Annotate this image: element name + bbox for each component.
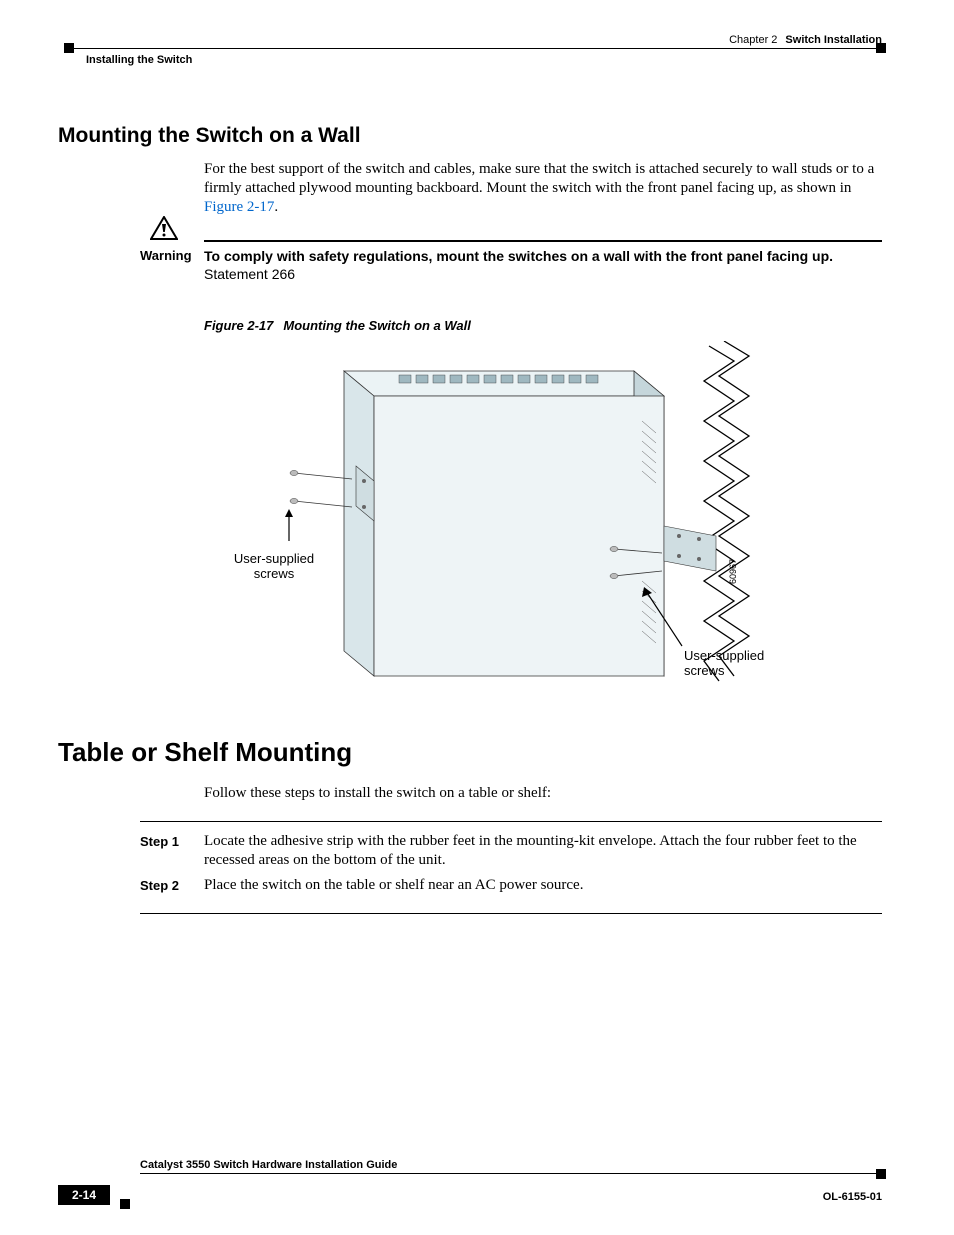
switch-wall-mount-diagram-icon — [204, 341, 764, 701]
step-text: Place the switch on the table or shelf n… — [204, 876, 583, 895]
corner-marker-icon — [876, 1169, 886, 1179]
document-id: OL-6155-01 — [823, 1191, 882, 1203]
warning-rule — [204, 240, 882, 242]
step-text: Locate the adhesive strip with the rubbe… — [204, 832, 882, 870]
wall-mount-body: For the best support of the switch and c… — [204, 160, 882, 218]
footer-rule — [140, 1173, 882, 1174]
step-row: Step 2 Place the switch on the table or … — [140, 876, 882, 895]
warning-statement: Statement 266 — [204, 266, 882, 282]
figure-id: 60967 — [728, 559, 738, 584]
body-part1: For the best support of the switch and c… — [204, 161, 874, 196]
page-footer: Catalyst 3550 Switch Hardware Installati… — [58, 1155, 882, 1205]
chapter-label: Chapter 2 Switch Installation — [729, 34, 882, 46]
body-part2: . — [274, 199, 278, 215]
warning-text: To comply with safety regulations, mount… — [204, 248, 833, 264]
figure-illustration: User-supplied screws User-supplied screw… — [204, 341, 764, 701]
figure-title: Mounting the Switch on a Wall — [283, 318, 471, 333]
footer-guide-title: Catalyst 3550 Switch Hardware Installati… — [140, 1159, 397, 1171]
page-header: Chapter 2 Switch Installation Installing … — [58, 34, 882, 64]
step-label: Step 2 — [140, 876, 204, 895]
corner-marker-icon — [64, 43, 74, 53]
warning-block: Warning To comply with safety regulation… — [140, 240, 882, 282]
header-rule — [70, 48, 882, 49]
step-row: Step 1 Locate the adhesive strip with th… — [140, 832, 882, 870]
corner-marker-icon — [120, 1199, 130, 1209]
figure-label-left: User-supplied screws — [224, 551, 324, 581]
chapter-title: Switch Installation — [785, 34, 882, 46]
warning-triangle-icon — [150, 216, 178, 240]
table-shelf-intro: Follow these steps to install the switch… — [204, 784, 882, 803]
warning-label: Warning — [140, 248, 204, 263]
steps-top-rule — [140, 821, 882, 822]
heading-wall-mount: Mounting the Switch on a Wall — [58, 124, 882, 148]
figure-label-right: User-supplied screws — [684, 648, 784, 678]
page-number: 2-14 — [58, 1185, 110, 1205]
figure-number: Figure 2-17 — [204, 318, 273, 333]
figure-reference-link[interactable]: Figure 2-17 — [204, 199, 274, 215]
step-label: Step 1 — [140, 832, 204, 870]
chapter-prefix: Chapter 2 — [729, 34, 777, 46]
section-label: Installing the Switch — [86, 54, 192, 66]
figure-caption: Figure 2-17 Mounting the Switch on a Wall — [204, 318, 882, 333]
steps-bottom-rule — [140, 913, 882, 914]
heading-table-shelf: Table or Shelf Mounting — [58, 737, 882, 768]
